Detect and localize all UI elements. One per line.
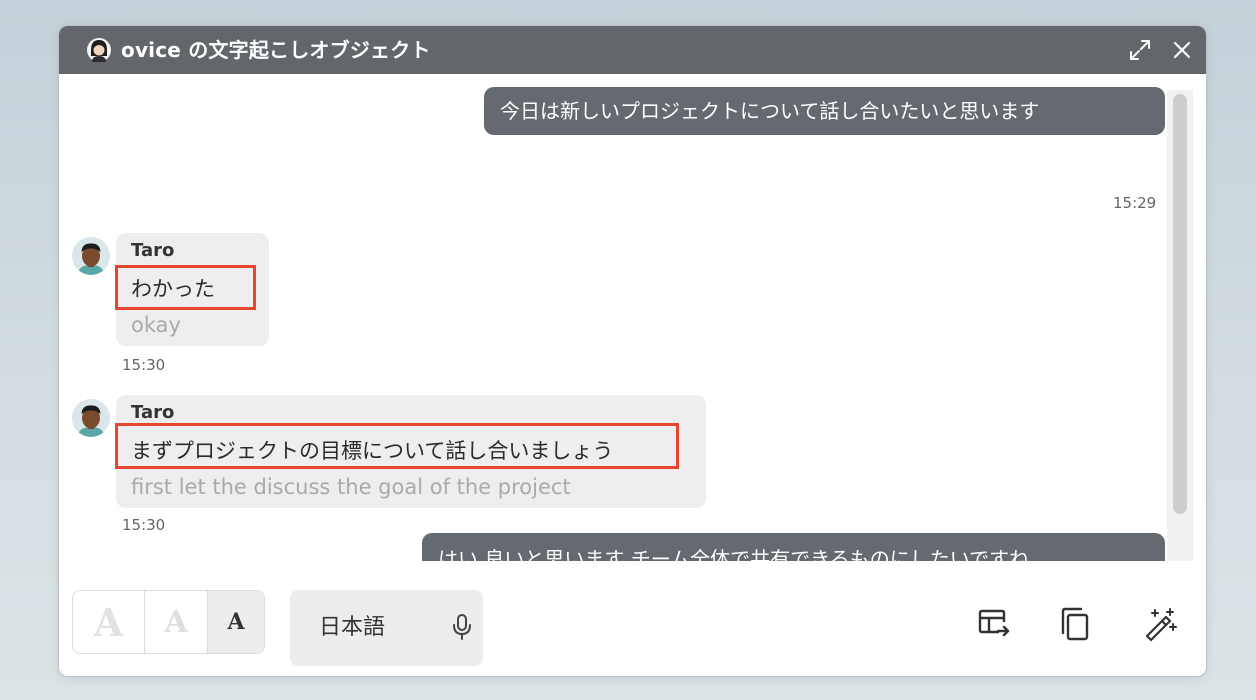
message-timestamp: 15:30 [122, 516, 166, 534]
message-text: 今日は新しいプロジェクトについて話し合いたいと思います [500, 99, 1040, 123]
magic-wand-icon[interactable] [1142, 606, 1178, 642]
message-translation: okay [131, 313, 181, 337]
bottom-toolbar: A A A 日本語 [59, 561, 1206, 676]
microphone-icon[interactable] [451, 613, 473, 641]
message-bubble-outgoing: はい 良いと思います チーム全体で共有できるものにしたいですね [422, 533, 1165, 561]
sender-name: Taro [131, 240, 175, 261]
language-selector[interactable]: 日本語 [290, 590, 483, 666]
font-size-large-button[interactable]: A [73, 591, 145, 653]
font-size-small-button[interactable]: A [208, 591, 264, 653]
title-bar: ovice の文字起こしオブジェクト [59, 26, 1206, 74]
user-avatar-icon [87, 38, 111, 62]
sender-name: Taro [131, 402, 175, 423]
message-translation: first let the discuss the goal of the pr… [131, 475, 571, 499]
scrollbar-thumb[interactable] [1173, 94, 1187, 514]
message-text: はい 良いと思います チーム全体で共有できるものにしたいですね [438, 547, 1030, 561]
user-avatar-icon [72, 399, 110, 437]
close-icon[interactable] [1170, 38, 1194, 62]
sender-avatar [72, 237, 110, 275]
highlight-box [115, 265, 256, 310]
message-timestamp: 15:30 [122, 356, 166, 374]
expand-icon[interactable] [1128, 38, 1152, 62]
message-timestamp: 15:29 [1113, 194, 1157, 212]
user-avatar-icon [72, 237, 110, 275]
font-size-medium-button[interactable]: A [145, 591, 208, 653]
transcript-area[interactable]: 今日は新しいプロジェクトについて話し合いたいと思います 15:29 Taro わ… [59, 74, 1206, 561]
transcription-window: ovice の文字起こしオブジェクト 今日は新しいプロジェクトについて話し合いた… [58, 25, 1207, 677]
message-bubble-outgoing: 今日は新しいプロジェクトについて話し合いたいと思います [484, 87, 1165, 135]
copy-icon[interactable] [1057, 606, 1093, 642]
font-size-selector: A A A [72, 590, 265, 654]
window-title: ovice の文字起こしオブジェクト [121, 38, 431, 62]
table-export-icon[interactable] [976, 606, 1012, 642]
sender-avatar [72, 399, 110, 437]
language-label: 日本語 [319, 615, 386, 640]
highlight-box [115, 423, 679, 469]
